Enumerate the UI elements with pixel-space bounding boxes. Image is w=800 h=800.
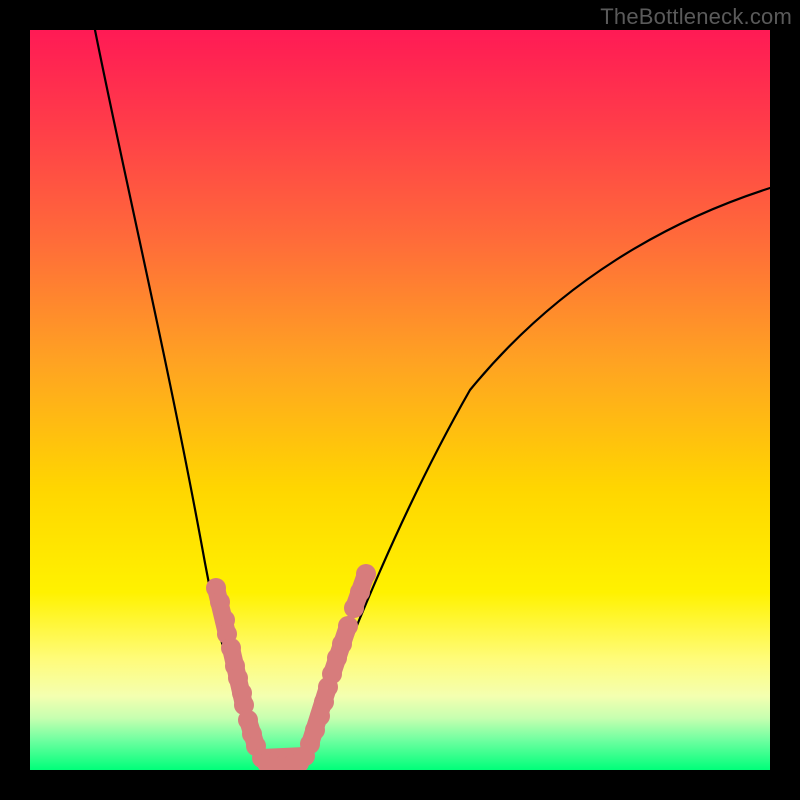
marker-dots <box>206 564 376 770</box>
bottleneck-curve-plot <box>30 30 770 770</box>
chart-frame <box>30 30 770 770</box>
curve-right-branch <box>303 188 770 768</box>
watermark-text: TheBottleneck.com <box>600 4 792 30</box>
